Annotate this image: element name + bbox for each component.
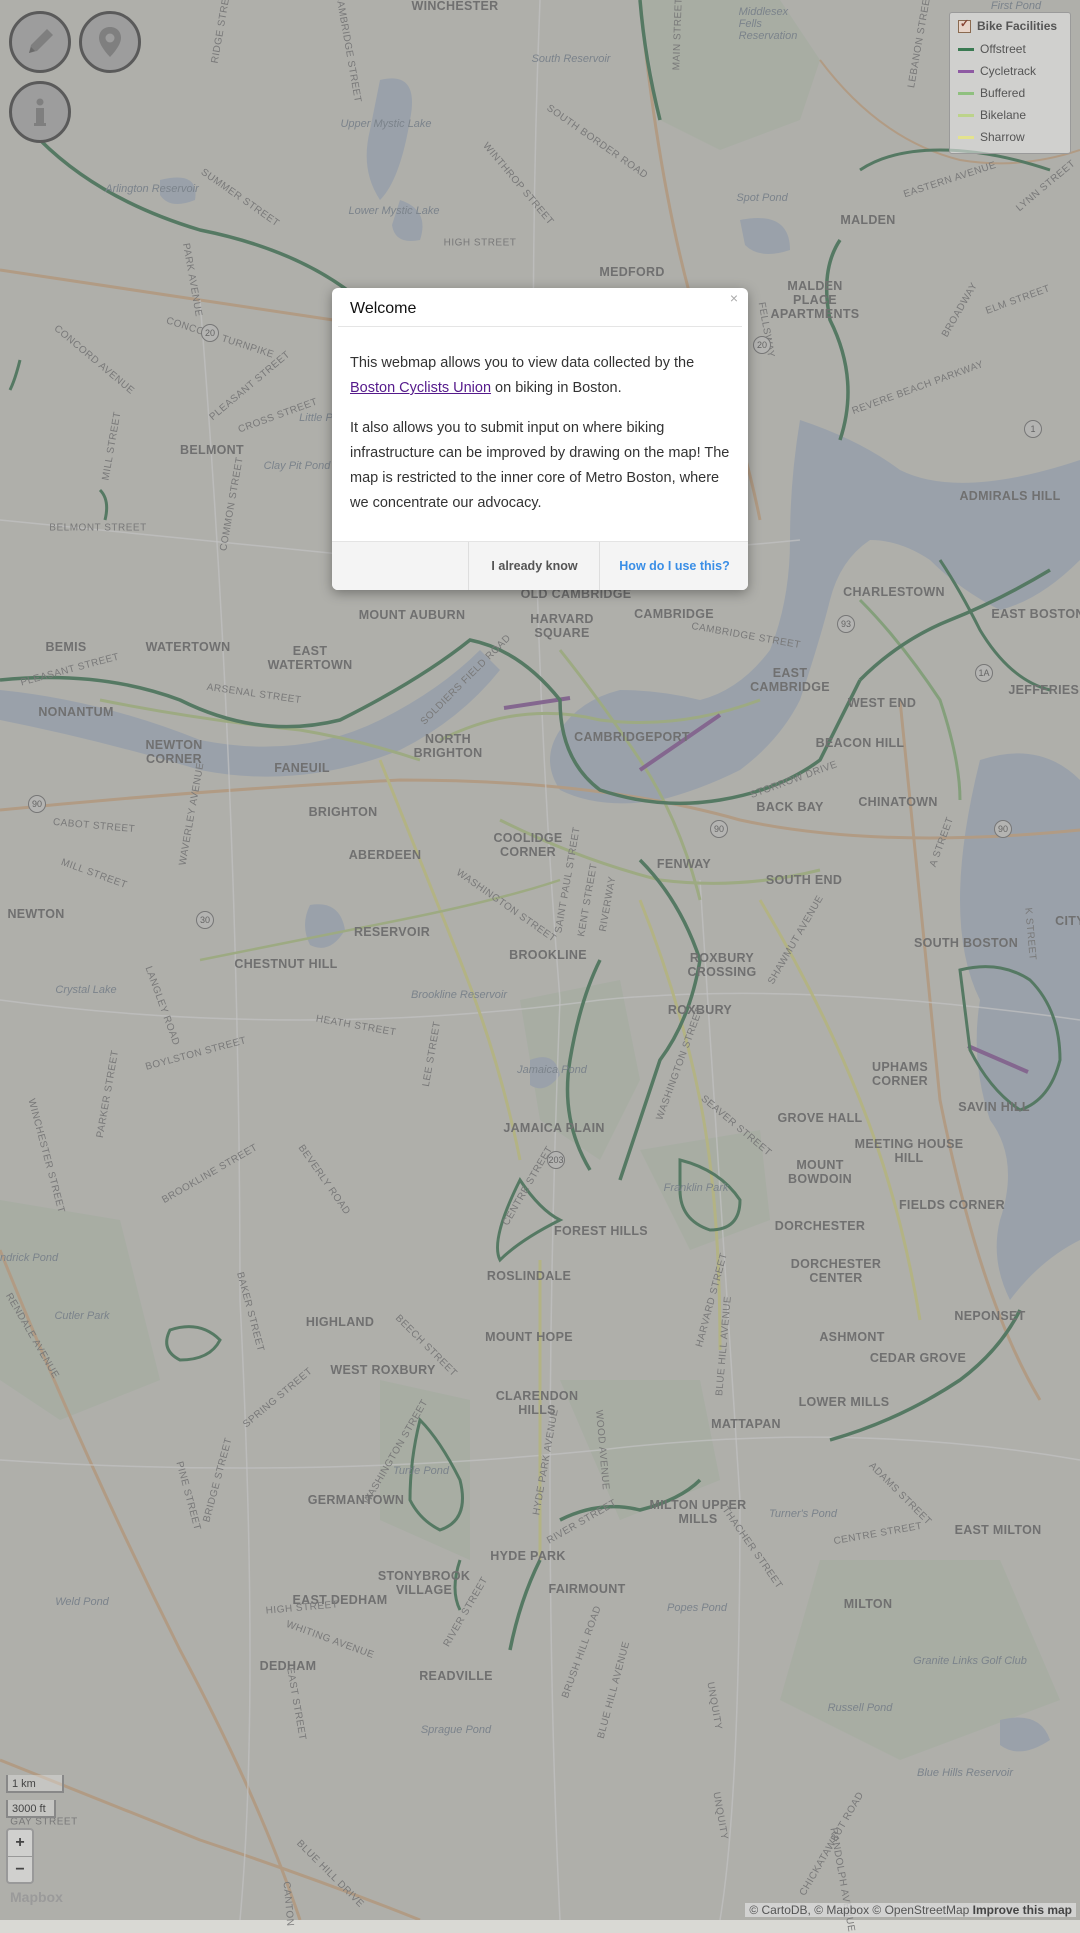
modal-footer: I already know How do I use this?: [332, 541, 748, 590]
legend-label: Offstreet: [980, 42, 1026, 56]
legend-item-cycletrack: Cycletrack: [958, 60, 1062, 82]
checkbox-icon[interactable]: [958, 17, 971, 33]
legend-label: Bikelane: [980, 108, 1027, 122]
modal-paragraph-1: This webmap allows you to view data coll…: [350, 351, 730, 401]
legend-swatch: [958, 113, 974, 117]
legend-label: Buffered: [980, 86, 1026, 100]
modal-header: Welcome ×: [338, 288, 742, 327]
locate-button[interactable]: [79, 11, 141, 73]
legend-swatch: [958, 69, 974, 73]
map-attribution: © CartoDB, © Mapbox © OpenStreetMap Impr…: [745, 1903, 1076, 1917]
map-pin-icon: [99, 27, 121, 57]
zoom-control: + −: [6, 1828, 34, 1884]
info-icon: [34, 98, 46, 126]
legend-swatch: [958, 47, 974, 51]
how-to-use-button[interactable]: How do I use this?: [599, 542, 748, 590]
legend-item-sharrow: Sharrow: [958, 126, 1062, 148]
scale-bar-imperial: 3000 ft: [6, 1800, 56, 1818]
zoom-out-button[interactable]: −: [8, 1857, 32, 1883]
mapbox-logo[interactable]: Mapbox: [10, 1889, 63, 1905]
legend-title[interactable]: Bike Facilities: [958, 17, 1062, 33]
pencil-icon: [29, 29, 53, 53]
edit-button[interactable]: [9, 11, 71, 73]
close-icon[interactable]: ×: [730, 290, 738, 306]
already-know-button[interactable]: I already know: [468, 542, 600, 590]
modal-title: Welcome: [350, 300, 417, 317]
attribution-text: © CartoDB, © Mapbox © OpenStreetMap: [749, 1903, 973, 1917]
legend-items: Offstreet Cycletrack Buffered Bikelane Sharr…: [958, 38, 1062, 148]
boston-cyclists-union-link[interactable]: Boston Cyclists Union: [350, 380, 491, 396]
welcome-modal: Welcome × This webmap allows you to view…: [332, 288, 748, 590]
modal-body: This webmap allows you to view data coll…: [332, 327, 748, 516]
info-button[interactable]: [9, 81, 71, 143]
legend-item-bikelane: Bikelane: [958, 104, 1062, 126]
improve-map-link[interactable]: Improve this map: [973, 1903, 1072, 1917]
scale-bar-metric: 1 km: [6, 1775, 64, 1793]
legend-label: Sharrow: [980, 130, 1025, 144]
legend-swatch: [958, 135, 974, 139]
modal-p1-before: This webmap allows you to view data coll…: [350, 355, 695, 371]
legend-item-offstreet: Offstreet: [958, 38, 1062, 60]
modal-paragraph-2: It also allows you to submit input on wh…: [350, 420, 730, 511]
legend-swatch: [958, 91, 974, 95]
zoom-in-button[interactable]: +: [8, 1830, 32, 1857]
legend-item-buffered: Buffered: [958, 82, 1062, 104]
legend-panel: Bike Facilities Offstreet Cycletrack Buffe…: [949, 12, 1071, 154]
legend-title-text: Bike Facilities: [977, 19, 1058, 33]
modal-p1-after: on biking in Boston.: [491, 380, 622, 396]
legend-label: Cycletrack: [980, 64, 1037, 78]
